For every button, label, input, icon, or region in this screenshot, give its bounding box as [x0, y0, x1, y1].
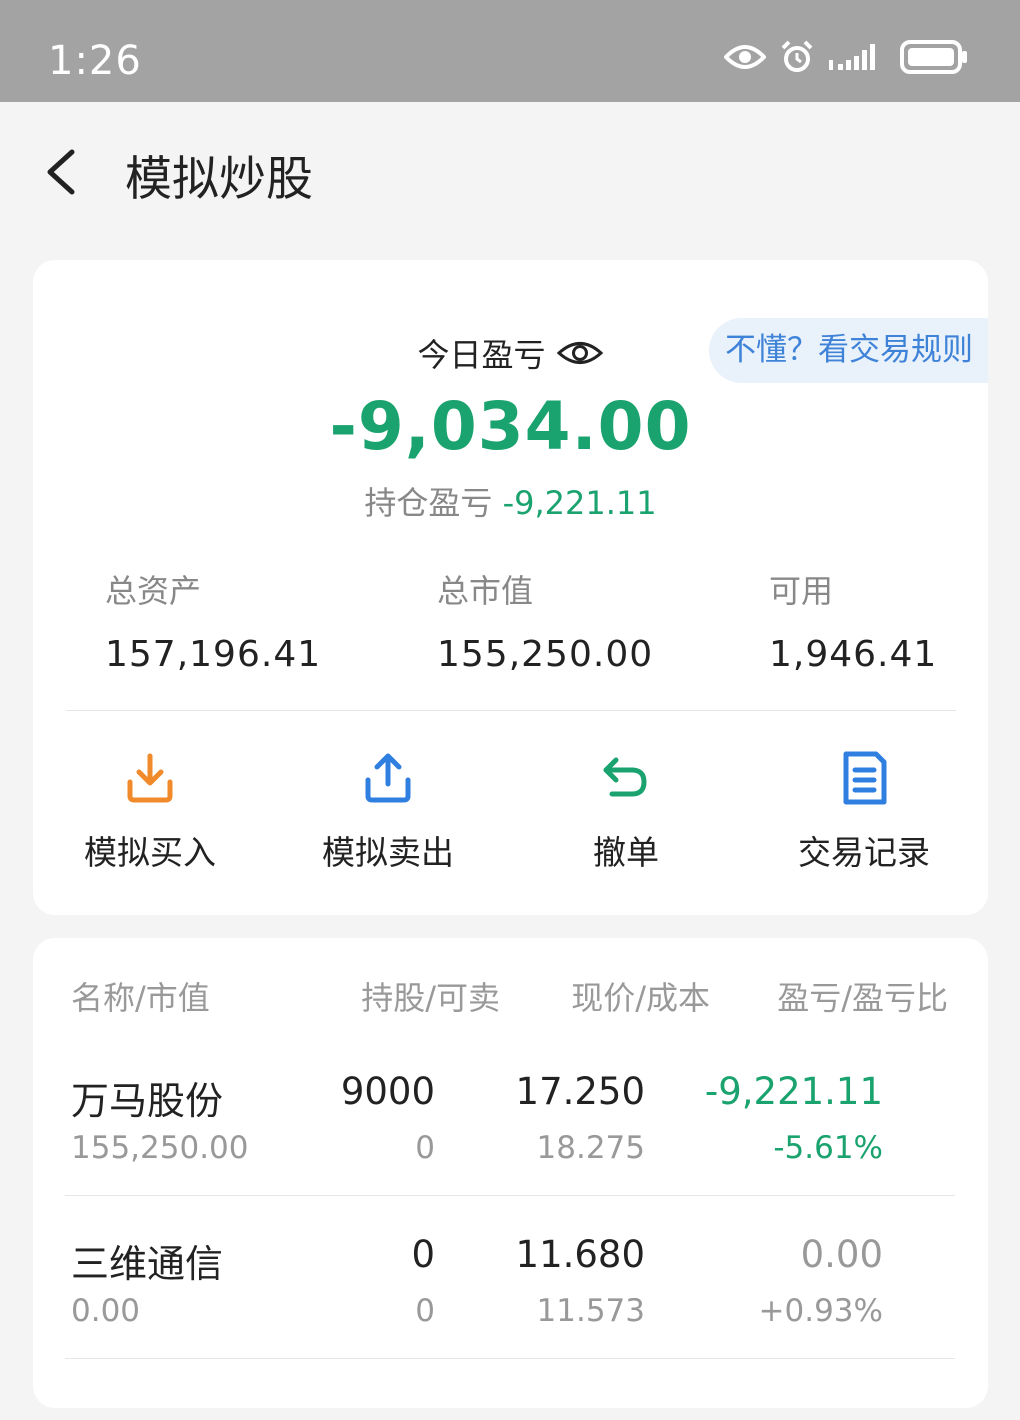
undo-arrow-icon	[603, 757, 647, 797]
account-summary-card: 今日盈亏 不懂？看交易规则 -9,034.00 持仓盈亏 -9,221.11 总…	[33, 260, 988, 915]
total-assets: 总资产 157,196.41	[105, 566, 321, 675]
available-funds: 可用 1,946.41	[769, 566, 937, 675]
total-market-value: 总市值 155,250.00	[437, 566, 653, 675]
position-pl-value: -9,221.11	[502, 484, 657, 522]
shares-sellable: 0	[415, 1130, 435, 1166]
available-value: 1,946.41	[769, 634, 938, 675]
simulated-buy-button[interactable]: 模拟买入	[50, 750, 250, 874]
table-row[interactable]: 万马股份 155,250.00 9000 0 17.250 18.275 -9,…	[0, 1040, 955, 1203]
current-price: 17.250	[515, 1070, 645, 1113]
column-header-name: 名称/市值	[71, 979, 210, 1017]
battery-icon	[900, 40, 967, 74]
status-time: 1:26	[48, 38, 142, 84]
market-value-label: 总市值	[437, 572, 534, 610]
profit-loss-ratio: +0.93%	[758, 1293, 883, 1329]
document-list-icon	[843, 751, 887, 805]
stock-name: 三维通信	[71, 1242, 224, 1286]
download-tray-icon	[127, 753, 173, 803]
stock-market-value: 0.00	[71, 1293, 141, 1329]
row-divider	[65, 1358, 955, 1359]
current-price: 11.680	[515, 1233, 645, 1276]
page-title: 模拟炒股	[125, 152, 313, 207]
cancel-order-label: 撤单	[593, 833, 659, 872]
total-assets-label: 总资产	[105, 572, 202, 610]
simulated-buy-label: 模拟买入	[84, 833, 216, 872]
trade-records-button[interactable]: 交易记录	[764, 750, 964, 874]
status-bar: 1:26	[0, 0, 1020, 102]
today-pl-value: -9,034.00	[329, 388, 692, 465]
cost-price: 18.275	[536, 1130, 645, 1166]
trade-records-label: 交易记录	[798, 833, 930, 872]
shares-held: 0	[411, 1233, 435, 1276]
simulated-sell-label: 模拟卖出	[322, 833, 454, 872]
signal-icon	[829, 44, 875, 70]
position-pl-row: 持仓盈亏 -9,221.11	[33, 478, 988, 524]
app-header: 模拟炒股	[0, 102, 1020, 242]
row-divider	[65, 1195, 955, 1196]
profit-loss-ratio: -5.61%	[773, 1130, 883, 1166]
simulated-sell-button[interactable]: 模拟卖出	[288, 750, 488, 874]
upload-tray-icon	[365, 753, 411, 803]
total-assets-value: 157,196.41	[105, 634, 322, 675]
position-pl-label: 持仓盈亏	[364, 484, 493, 522]
profit-loss: 0.00	[800, 1233, 883, 1276]
stock-name: 万马股份	[71, 1079, 224, 1123]
alarm-icon	[781, 40, 813, 72]
stock-market-value: 155,250.00	[71, 1130, 249, 1166]
cost-price: 11.573	[536, 1293, 645, 1329]
today-pl-label: 今日盈亏	[417, 336, 546, 374]
divider	[66, 710, 956, 711]
shares-held: 9000	[340, 1070, 435, 1113]
column-header-price: 现价/成本	[571, 979, 710, 1017]
cancel-order-button[interactable]: 撤单	[526, 750, 726, 874]
available-label: 可用	[769, 572, 834, 610]
market-value-value: 155,250.00	[437, 634, 654, 675]
shares-sellable: 0	[415, 1293, 435, 1329]
eye-comfort-icon	[724, 45, 766, 69]
column-header-hold: 持股/可卖	[361, 979, 500, 1017]
table-row[interactable]: 三维通信 0.00 0 0 11.680 11.573 0.00 +0.93%	[0, 1203, 955, 1366]
eye-icon[interactable]	[556, 338, 604, 368]
status-icons	[724, 40, 968, 74]
trading-rules-link[interactable]: 不懂？看交易规则	[709, 318, 988, 383]
back-button[interactable]	[40, 142, 90, 202]
profit-loss: -9,221.11	[704, 1070, 883, 1113]
column-header-pl: 盈亏/盈亏比	[777, 979, 948, 1017]
chevron-left-icon	[47, 149, 75, 195]
